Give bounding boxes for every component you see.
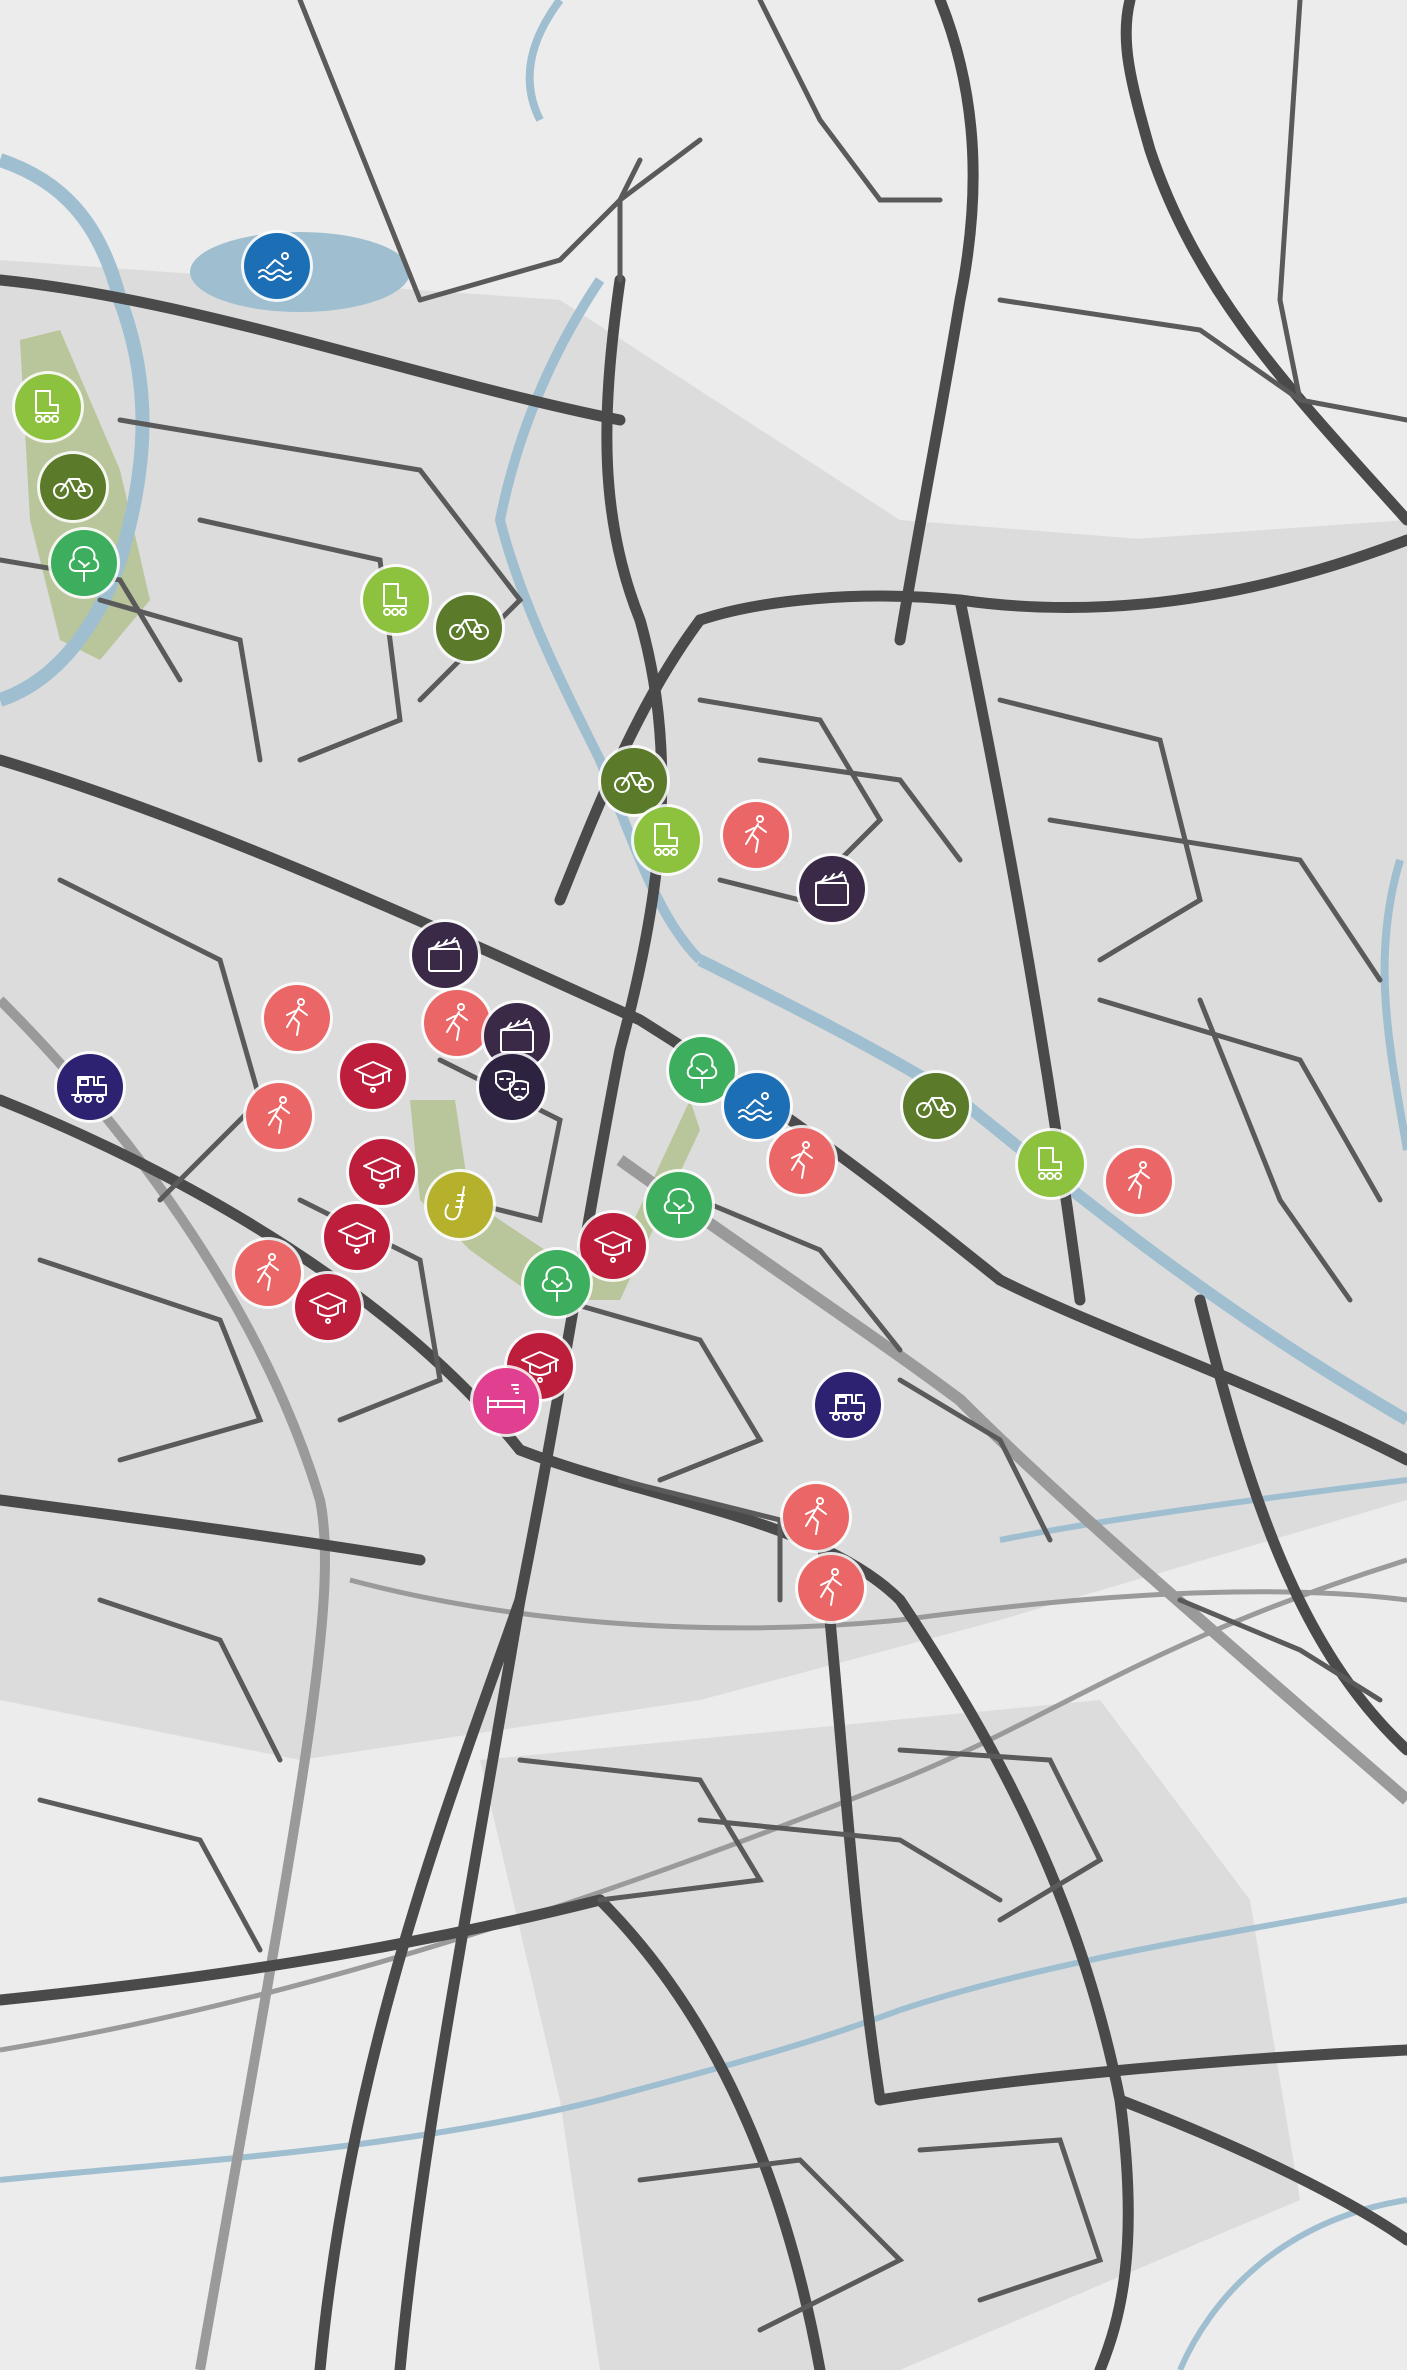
runner-icon: [446, 1003, 468, 1041]
clapperboard-icon: [815, 871, 849, 906]
poi-marker-cycling[interactable]: [903, 1073, 969, 1139]
saxophone-icon: [444, 1186, 465, 1221]
graduation-cap-icon: [338, 1222, 376, 1254]
runner-icon: [805, 1497, 827, 1535]
runner-icon: [745, 815, 767, 853]
poi-marker-theatre[interactable]: [479, 1054, 545, 1120]
tree-icon: [663, 1188, 695, 1224]
runner-icon: [286, 998, 308, 1036]
poi-marker-running[interactable]: [1106, 1148, 1172, 1214]
poi-marker-swimming[interactable]: [244, 233, 310, 299]
poi-marker-university[interactable]: [349, 1139, 415, 1205]
poi-marker-cycling[interactable]: [40, 454, 106, 520]
poi-marker-university[interactable]: [295, 1274, 361, 1340]
poi-marker-railway-station[interactable]: [57, 1054, 123, 1120]
locomotive-icon: [71, 1076, 107, 1103]
bicycle-icon: [53, 478, 93, 499]
poi-marker-park[interactable]: [669, 1037, 735, 1103]
inline-skate-icon: [383, 583, 407, 616]
poi-marker-running[interactable]: [246, 1083, 312, 1149]
poi-marker-music[interactable]: [427, 1172, 493, 1238]
poi-marker-university[interactable]: [340, 1043, 406, 1109]
runner-icon: [1128, 1161, 1150, 1199]
bicycle-icon: [916, 1097, 956, 1118]
poi-marker-cycling[interactable]: [436, 595, 502, 661]
swimming-icon: [258, 252, 292, 281]
poi-marker-running[interactable]: [235, 1240, 301, 1306]
tree-icon: [686, 1053, 718, 1089]
poi-marker-cinema[interactable]: [412, 922, 478, 988]
poi-marker-swimming[interactable]: [724, 1073, 790, 1139]
bed-icon: [487, 1384, 525, 1414]
poi-marker-park[interactable]: [524, 1250, 590, 1316]
bicycle-icon: [614, 772, 654, 793]
poi-marker-railway-station[interactable]: [815, 1372, 881, 1438]
graduation-cap-icon: [594, 1231, 632, 1263]
inline-skate-icon: [1038, 1147, 1062, 1180]
locomotive-icon: [829, 1394, 865, 1421]
graduation-cap-icon: [363, 1157, 401, 1189]
poi-marker-cycling[interactable]: [601, 748, 667, 814]
clapperboard-icon: [500, 1018, 534, 1053]
runner-icon: [791, 1141, 813, 1179]
poi-marker-university[interactable]: [580, 1213, 646, 1279]
poi-marker-park[interactable]: [646, 1172, 712, 1238]
city-map[interactable]: [0, 0, 1407, 2370]
poi-marker-inline-skating[interactable]: [634, 807, 700, 873]
inline-skate-icon: [35, 390, 59, 423]
poi-marker-running[interactable]: [424, 990, 490, 1056]
inline-skate-icon: [654, 823, 678, 856]
theatre-masks-icon: [495, 1070, 529, 1101]
swimming-icon: [738, 1092, 772, 1121]
poi-marker-running[interactable]: [264, 985, 330, 1051]
runner-icon: [257, 1253, 279, 1291]
runner-icon: [268, 1096, 290, 1134]
tree-icon: [541, 1266, 573, 1302]
poi-marker-hotel[interactable]: [473, 1368, 539, 1434]
poi-marker-park[interactable]: [51, 530, 117, 596]
graduation-cap-icon: [354, 1061, 392, 1093]
poi-marker-running[interactable]: [798, 1555, 864, 1621]
poi-marker-running[interactable]: [783, 1484, 849, 1550]
poi-marker-running[interactable]: [769, 1128, 835, 1194]
poi-marker-inline-skating[interactable]: [15, 374, 81, 440]
poi-marker-running[interactable]: [723, 802, 789, 868]
runner-icon: [820, 1568, 842, 1606]
graduation-cap-icon: [309, 1292, 347, 1324]
tree-icon: [68, 546, 100, 582]
poi-marker-university[interactable]: [324, 1204, 390, 1270]
poi-marker-inline-skating[interactable]: [1018, 1131, 1084, 1197]
poi-marker-cinema[interactable]: [799, 856, 865, 922]
poi-marker-inline-skating[interactable]: [363, 567, 429, 633]
clapperboard-icon: [428, 937, 462, 972]
bicycle-icon: [449, 619, 489, 640]
